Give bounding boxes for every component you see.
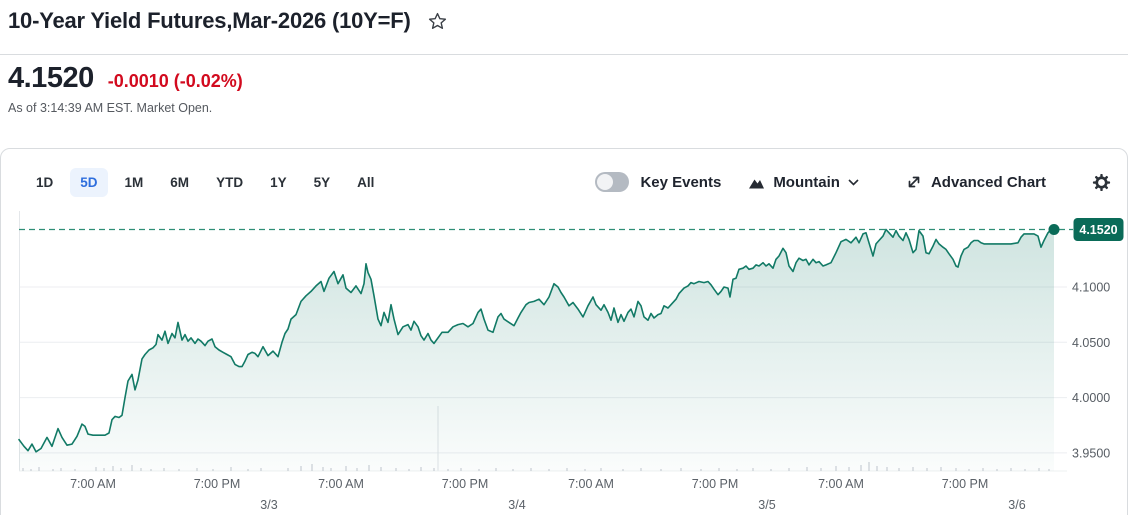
key-events-group: Key Events [595,172,721,192]
current-price-badge-label: 4.1520 [1079,223,1117,237]
chart-settings-gear-icon[interactable] [1092,173,1111,192]
x-axis-time-label: 7:00 AM [318,477,364,491]
y-axis-label: 3.9500 [1072,446,1110,460]
advanced-chart-button[interactable]: Advanced Chart [906,174,1046,191]
key-events-label: Key Events [640,174,721,191]
y-axis-label: 4.0500 [1072,336,1110,350]
x-axis-time-label: 7:00 PM [942,477,989,491]
price-change: -0.0010 (-0.02%) [108,71,243,92]
y-axis-label: 4.0000 [1072,391,1110,405]
quote-page: 10-Year Yield Futures,Mar-2026 (10Y=F) 4… [0,0,1128,515]
area-fill [19,230,1054,472]
chart-tools: Key Events Mountain [595,172,1111,192]
range-tab-ytd[interactable]: YTD [206,168,253,197]
range-tab-all[interactable]: All [347,168,384,197]
range-tab-6m[interactable]: 6M [160,168,199,197]
price-block: 4.1520 -0.0010 (-0.02%) [8,62,243,95]
chart-card: 1D5D 1M6MYTD1Y5YAll Key Events Mountain [0,148,1128,515]
range-tab-5y[interactable]: 5Y [304,168,341,197]
mountain-icon [748,175,765,190]
current-price-dot [1049,224,1060,235]
x-axis-date-label: 3/3 [260,498,277,512]
x-axis-time-label: 7:00 AM [818,477,864,491]
header-divider [0,54,1128,55]
advanced-chart-label: Advanced Chart [931,174,1046,191]
range-tab-1d[interactable]: 1D [26,168,63,197]
range-tab-1y[interactable]: 1Y [260,168,297,197]
range-tab-1m[interactable]: 1M [115,168,154,197]
x-axis-date-label: 3/4 [508,498,525,512]
expand-diagonal-icon [906,174,922,190]
range-tabs: 1D5D 1M6MYTD1Y5YAll [26,168,384,197]
chart-svg: 4.1000 4.0500 4.0000 3.9500 4.1520 7:00 AM 7:0… [1,201,1128,515]
toggle-knob [597,174,613,190]
x-axis-time-label: 7:00 PM [194,477,241,491]
last-price: 4.1520 [8,62,94,95]
x-axis-time-label: 7:00 PM [692,477,739,491]
as-of-text: As of 3:14:39 AM EST. Market Open. [8,101,212,115]
header: 10-Year Yield Futures,Mar-2026 (10Y=F) [8,7,448,35]
x-axis-time-label: 7:00 PM [442,477,489,491]
x-axis-time-label: 7:00 AM [70,477,116,491]
y-axis-label: 4.1000 [1072,281,1110,295]
price-chart[interactable]: 4.1000 4.0500 4.0000 3.9500 4.1520 7:00 AM 7:0… [1,201,1128,515]
chart-type-dropdown[interactable]: Mountain [748,174,859,191]
watchlist-star-icon[interactable] [427,11,448,32]
page-title: 10-Year Yield Futures,Mar-2026 (10Y=F) [8,7,411,35]
x-axis-time-label: 7:00 AM [568,477,614,491]
x-axis-date-label: 3/6 [1008,498,1025,512]
chart-type-label: Mountain [773,174,840,191]
chart-toolbar: 1D5D 1M6MYTD1Y5YAll Key Events Mountain [1,166,1127,198]
key-events-toggle[interactable] [595,172,629,192]
chevron-down-icon [848,179,859,186]
x-axis-date-label: 3/5 [758,498,775,512]
range-tab-5d[interactable]: 5D [70,168,107,197]
